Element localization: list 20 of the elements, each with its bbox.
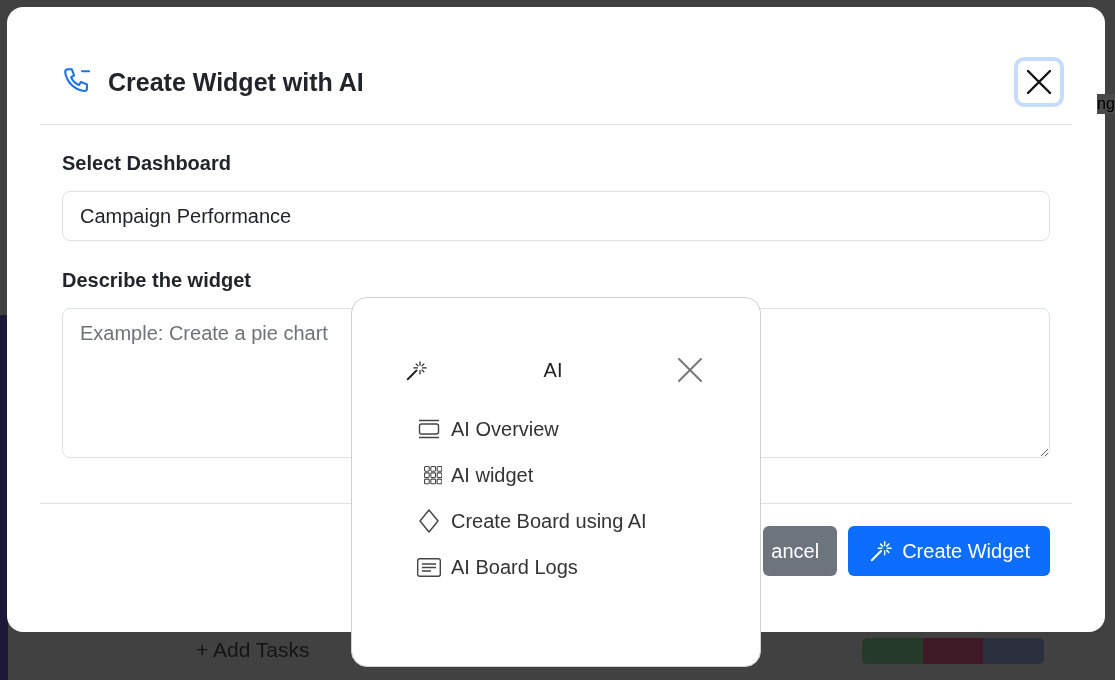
menu-item[interactable]: AI Overview	[416, 406, 559, 452]
menu-title: AI	[543, 358, 563, 382]
field-label: Select Dashboard	[62, 151, 231, 175]
diamond-icon	[419, 509, 439, 533]
grid-icon	[424, 465, 442, 485]
close-icon	[1027, 70, 1051, 94]
edge-text: ng	[1097, 94, 1115, 114]
menu-item[interactable]: AI Board Logs	[416, 544, 578, 590]
stacked-card-icon	[417, 419, 441, 439]
create-widget-button[interactable]: Create Widget	[848, 526, 1050, 576]
magic-wand-icon	[870, 540, 893, 562]
dashboard-field[interactable]: Campaign Performance	[62, 191, 1050, 241]
text-lines-icon	[417, 557, 441, 577]
menu-item[interactable]: AI widget	[416, 452, 534, 498]
field-label: Describe the widget	[62, 268, 251, 292]
magic-wand-icon	[405, 359, 428, 381]
dialog-title: Create Widget with AI	[108, 67, 364, 97]
cancel-button[interactable]: ancel	[763, 526, 838, 576]
menu-item[interactable]: Create Board using AI	[416, 498, 647, 544]
close-icon	[678, 358, 702, 382]
